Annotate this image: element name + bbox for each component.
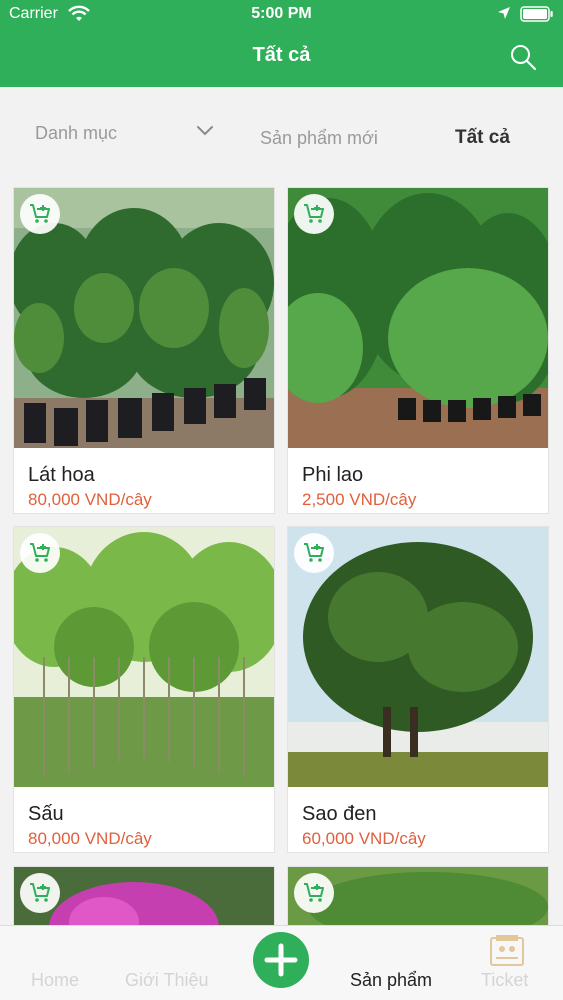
add-to-cart-button[interactable] (294, 873, 334, 913)
page-title: Tất cả (252, 44, 311, 66)
ticket-icon[interactable] (488, 934, 526, 968)
product-card[interactable]: Sao đen 60,000 VND/cây (287, 526, 549, 853)
add-button[interactable] (253, 932, 309, 988)
tab-new-products[interactable]: Sản phẩm mới (260, 128, 378, 149)
tab-ticket[interactable]: Ticket (481, 970, 528, 991)
product-name: Sao đen (302, 803, 377, 825)
location-arrow-icon (498, 7, 510, 19)
add-to-cart-icon (304, 543, 324, 562)
product-card[interactable]: Lát hoa 80,000 VND/cây (13, 187, 275, 514)
plus-icon (264, 943, 298, 977)
status-bar: Carrier 5:00 PM (0, 0, 563, 30)
add-to-cart-icon (30, 543, 50, 562)
battery-icon (520, 6, 553, 22)
tab-home[interactable]: Home (31, 970, 79, 991)
add-to-cart-button[interactable] (20, 873, 60, 913)
add-to-cart-icon (304, 204, 324, 223)
tab-about[interactable]: Giới Thiệu (125, 970, 209, 991)
product-price: 2,500 VND/cây (302, 490, 417, 509)
product-price: 80,000 VND/cây (28, 829, 152, 848)
clock: 5:00 PM (251, 5, 312, 22)
add-to-cart-button[interactable] (294, 533, 334, 573)
product-card[interactable]: Sấu 80,000 VND/cây (13, 526, 275, 853)
add-to-cart-icon (30, 204, 50, 223)
product-name: Phi lao (302, 464, 364, 486)
add-to-cart-button[interactable] (20, 194, 60, 234)
filter-bar: Danh mục Sản phẩm mới Tất cả (0, 87, 563, 179)
product-price: 60,000 VND/cây (302, 829, 426, 848)
header: Carrier 5:00 PM Tất cả (0, 0, 563, 87)
search-icon[interactable] (509, 43, 537, 71)
product-card[interactable]: Phi lao 2,500 VND/cây (287, 187, 549, 514)
category-dropdown[interactable]: Danh mục (35, 123, 117, 144)
add-to-cart-icon (304, 883, 324, 902)
product-name: Lát hoa (28, 464, 95, 486)
add-to-cart-button[interactable] (294, 194, 334, 234)
tab-all[interactable]: Tất cả (455, 127, 510, 149)
tab-products[interactable]: Sản phẩm (350, 970, 432, 991)
add-to-cart-icon (30, 883, 50, 902)
chevron-down-icon[interactable] (195, 123, 215, 139)
add-to-cart-button[interactable] (20, 533, 60, 573)
product-name: Sấu (28, 803, 64, 825)
product-price: 80,000 VND/cây (28, 490, 152, 509)
